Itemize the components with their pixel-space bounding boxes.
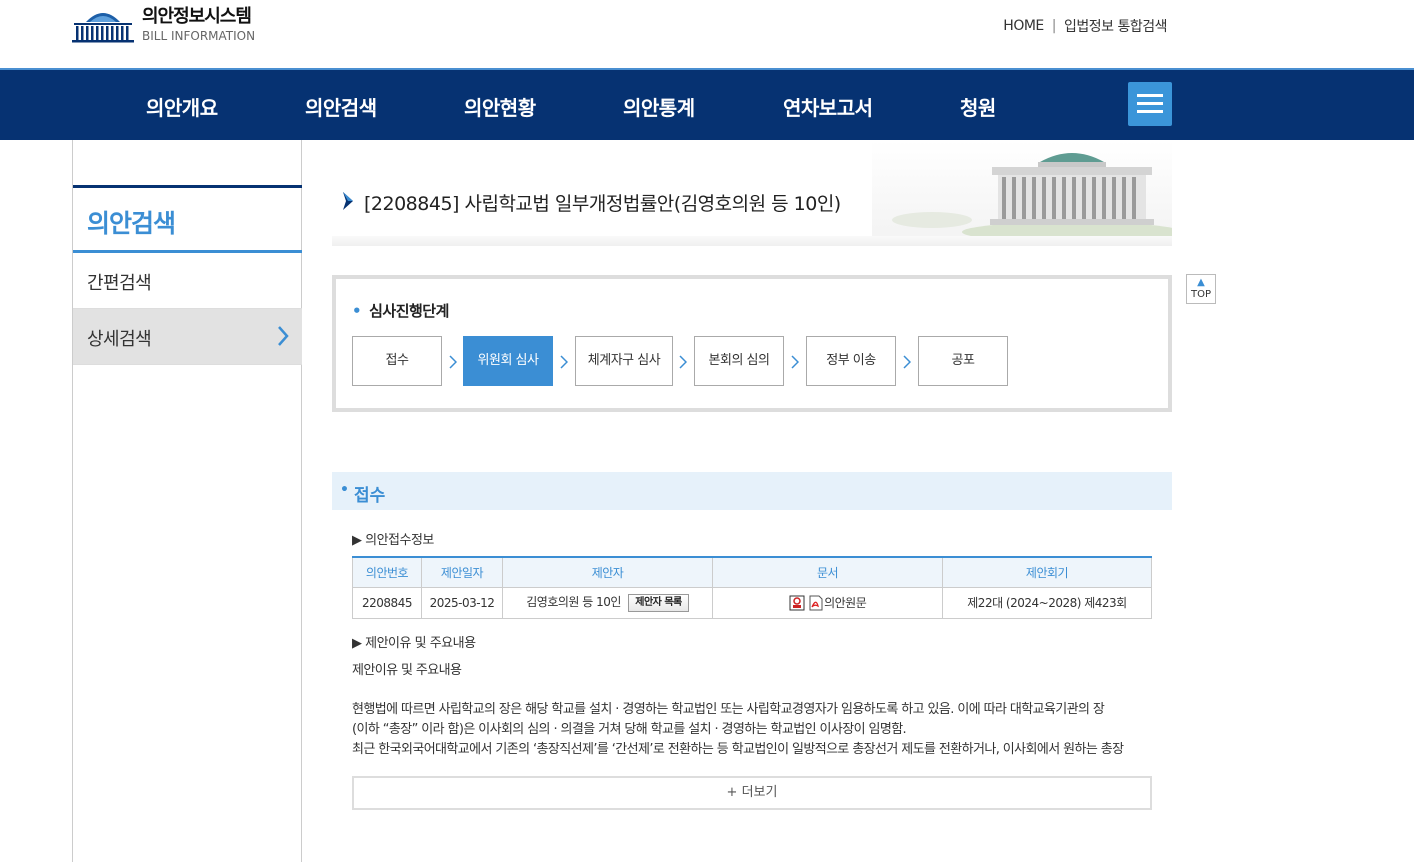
sidebar-item-label: 상세검색 [87, 329, 152, 350]
stage-heading: • 심사진행단계 [352, 302, 449, 320]
pdf-file-icon[interactable] [808, 595, 824, 611]
scroll-top-button[interactable]: ▲ TOP [1186, 274, 1216, 304]
column-header: 제안일자 [421, 557, 503, 588]
reason-line: 최근 한국외국어대학교에서 기존의 ‘총장직선제’를 ‘간선제’로 전환하는 등… [352, 742, 1124, 757]
integrated-search-link[interactable]: 입법정보 통합검색 [1064, 16, 1168, 36]
site-logo[interactable]: 의안정보시스템 BILL INFORMATION [72, 6, 255, 44]
sidebar-title-text: 의안검색 [87, 209, 176, 238]
bill-title-bar: [2208845] 사립학교법 일부개정법률안(김영호의원 등 10인) [332, 140, 1172, 246]
chevron-right-icon [679, 355, 687, 369]
bill-number-cell: 2208845 [352, 586, 422, 619]
utility-links: HOME | 입법정보 통합검색 [1003, 16, 1167, 36]
session-cell: 제22대 (2024~2028) 제423회 [942, 586, 1152, 619]
stage-step-receipt[interactable]: 접수 [352, 336, 442, 386]
logo-title: 의안정보시스템 [142, 6, 252, 27]
chevron-right-icon [278, 326, 289, 346]
more-button[interactable]: + 더보기 [352, 776, 1152, 810]
section-title: 접수 [354, 486, 386, 506]
top-header: 의안정보시스템 BILL INFORMATION HOME | 입법정보 통합검… [0, 0, 1414, 68]
table-header-row: 의안번호 제안일자 제안자 문서 제안회기 [352, 557, 1152, 588]
sidebar-item-simple-search[interactable]: 간편검색 [73, 253, 302, 309]
receipt-info-table: 의안번호 제안일자 제안자 문서 제안회기 2208845 2025-03-12… [352, 556, 1152, 619]
hwp-file-icon[interactable] [789, 595, 805, 611]
stage-step-legal-review[interactable]: 체계자구 심사 [575, 336, 673, 386]
document-cell: 의안원문 [712, 586, 943, 619]
title-arrow-icon [343, 192, 353, 210]
section-heading-receipt: • 접수 [332, 472, 1172, 510]
sidebar-item-detail-search[interactable]: 상세검색 [73, 309, 302, 365]
stage-step-committee-review[interactable]: 위원회 심사 [463, 336, 553, 386]
chevron-right-icon [449, 355, 457, 369]
stage-step-promulgation[interactable]: 공포 [918, 336, 1008, 386]
proposer-name: 김영호의원 등 10인 [526, 595, 621, 610]
main-navigation: 의안개요 의안검색 의안현황 의안통계 연차보고서 청원 [0, 68, 1414, 140]
arrow-up-icon: ▲ [1197, 277, 1205, 288]
sidebar-title: 의안검색 [73, 185, 302, 253]
bill-title: [2208845] 사립학교법 일부개정법률안(김영호의원 등 10인) [364, 193, 841, 215]
column-header: 제안회기 [942, 557, 1152, 588]
stage-step-plenary[interactable]: 본회의 심의 [694, 336, 784, 386]
column-header: 의안번호 [352, 557, 422, 588]
document-link[interactable]: 의안원문 [824, 596, 867, 610]
proposer-cell: 김영호의원 등 10인 제안자 목록 [502, 586, 713, 619]
nav-item-bill-search[interactable]: 의안검색 [305, 92, 377, 121]
reason-label: ▶ 제안이유 및 주요내용 [352, 636, 476, 651]
nav-item-petition[interactable]: 청원 [960, 92, 996, 121]
assembly-building-icon [872, 140, 1172, 240]
chevron-right-icon [903, 355, 911, 369]
sidebar-item-label: 간편검색 [87, 273, 152, 294]
proposal-date-cell: 2025-03-12 [421, 586, 503, 619]
reason-line: 현행법에 따르면 사립학교의 장은 해당 학교를 설치 · 경영하는 학교법인 … [352, 702, 1105, 717]
logo-subtitle: BILL INFORMATION [142, 29, 256, 43]
receipt-info-label: ▶ 의안접수정보 [352, 533, 434, 548]
stage-step-government-transfer[interactable]: 정부 이송 [806, 336, 896, 386]
title-shadow [332, 236, 1172, 246]
nav-item-annual-report[interactable]: 연차보고서 [783, 92, 873, 121]
proposer-list-button[interactable]: 제안자 목록 [628, 593, 689, 612]
chevron-right-icon [560, 355, 568, 369]
reason-heading: 제안이유 및 주요내용 [352, 663, 462, 678]
chevron-right-icon [791, 355, 799, 369]
column-header: 문서 [712, 557, 943, 588]
hamburger-menu-icon[interactable] [1128, 82, 1172, 126]
nav-item-bill-overview[interactable]: 의안개요 [146, 92, 218, 121]
scroll-top-label: TOP [1190, 289, 1211, 300]
link-separator: | [1051, 18, 1057, 34]
review-stage-panel: • 심사진행단계 접수 위원회 심사 체계자구 심사 본회의 심의 정부 이송 공… [332, 275, 1172, 412]
sidebar: 의안검색 간편검색 상세검색 [72, 140, 302, 862]
nav-item-bill-statistics[interactable]: 의안통계 [623, 92, 695, 121]
nav-item-bill-status[interactable]: 의안현황 [464, 92, 536, 121]
table-row: 2208845 2025-03-12 김영호의원 등 10인 제안자 목록 의안… [352, 586, 1152, 619]
column-header: 제안자 [502, 557, 713, 588]
assembly-logo-icon [72, 6, 134, 44]
reason-line: (이하 “총장” 이라 함)은 이사회의 심의 · 의결을 거쳐 당해 학교를 … [352, 722, 907, 737]
home-link[interactable]: HOME [1003, 18, 1044, 34]
